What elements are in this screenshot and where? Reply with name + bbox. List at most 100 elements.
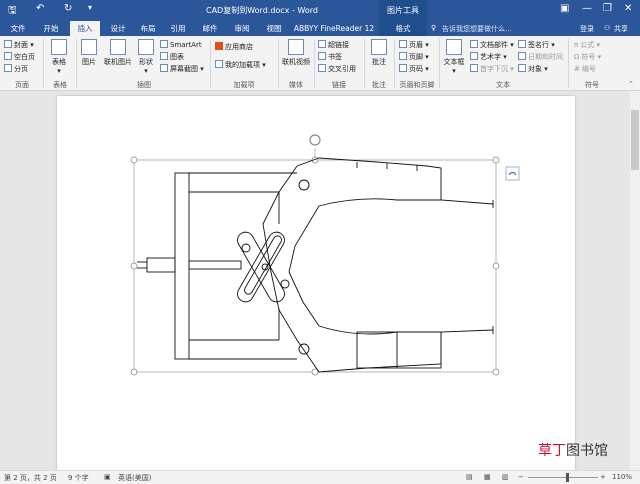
my-addins-button[interactable]: 我的加载项 ▾ bbox=[215, 60, 266, 70]
footer-icon bbox=[399, 52, 407, 60]
group-label-illustrations: 插图 bbox=[137, 81, 151, 89]
layout-options-button[interactable] bbox=[505, 166, 520, 181]
redo-icon[interactable]: ↻ bbox=[64, 3, 72, 14]
group-label-pages: 页面 bbox=[15, 81, 29, 89]
blank-page-icon bbox=[4, 52, 12, 60]
tab-layout[interactable]: 布局 bbox=[134, 21, 162, 36]
web-layout-icon[interactable]: ▥ bbox=[502, 473, 509, 481]
signature-line-button[interactable]: 签名行 ▾ bbox=[518, 40, 555, 50]
zoom-level[interactable]: 110% bbox=[612, 473, 632, 481]
symbol-button[interactable]: Ω 符号 ▾ bbox=[574, 52, 601, 62]
tab-view[interactable]: 视图 bbox=[260, 21, 288, 36]
cross-reference-button[interactable]: 交叉引用 bbox=[318, 64, 356, 74]
header-button[interactable]: 页眉 ▾ bbox=[399, 40, 429, 50]
word-count[interactable]: 9 个字 bbox=[68, 473, 89, 483]
sign-in-link[interactable]: 登录 bbox=[580, 24, 594, 34]
zoom-slider-thumb[interactable] bbox=[566, 473, 569, 482]
drop-cap-icon bbox=[470, 64, 478, 72]
page-number-icon bbox=[399, 64, 407, 72]
smartart-button[interactable]: SmartArt bbox=[160, 40, 202, 49]
zoom-in-icon[interactable]: + bbox=[600, 473, 606, 481]
tab-design[interactable]: 设计 bbox=[104, 21, 132, 36]
bookmark-icon bbox=[318, 52, 326, 60]
cad-drawing[interactable] bbox=[57, 96, 575, 470]
blank-page-button[interactable]: 空白页 bbox=[4, 52, 35, 62]
shapes-button[interactable]: 形状 ▾ bbox=[136, 39, 156, 75]
tab-file[interactable]: 文件 bbox=[4, 21, 32, 36]
store-icon bbox=[215, 42, 223, 50]
table-button[interactable]: 表格 ▾ bbox=[48, 39, 70, 75]
document-page[interactable] bbox=[57, 96, 575, 470]
page-count[interactable]: 第 2 页，共 2 页 bbox=[4, 473, 57, 483]
online-video-button[interactable]: 联机视频 bbox=[280, 39, 312, 67]
ribbon-tab-bar: 文件 开始 插入 设计 布局 引用 邮件 审阅 视图 ABBYY FineRea… bbox=[0, 21, 640, 36]
tab-references[interactable]: 引用 bbox=[164, 21, 192, 36]
drop-cap-button[interactable]: 首字下沉 ▾ bbox=[470, 64, 514, 74]
tab-format[interactable]: 格式 bbox=[379, 21, 427, 36]
chart-icon bbox=[160, 52, 168, 60]
document-canvas bbox=[0, 91, 640, 470]
screenshot-icon bbox=[160, 64, 168, 72]
hyperlink-button[interactable]: 超链接 bbox=[318, 40, 349, 50]
signature-line-icon bbox=[518, 40, 526, 48]
resize-handles[interactable] bbox=[130, 156, 500, 376]
print-layout-icon[interactable]: ▦ bbox=[484, 473, 491, 481]
ribbon-display-icon[interactable]: ▣ bbox=[560, 3, 569, 14]
close-icon[interactable]: ✕ bbox=[624, 3, 632, 14]
tell-me-box[interactable]: 告诉我您想要做什么... bbox=[442, 24, 512, 34]
picture-tools-context-title: 图片工具 bbox=[379, 0, 427, 21]
proofing-icon[interactable]: ▣ bbox=[104, 473, 111, 481]
share-button[interactable]: 共享 bbox=[614, 24, 628, 34]
tab-insert[interactable]: 插入 bbox=[70, 21, 100, 36]
undo-icon[interactable]: ↶ bbox=[36, 3, 44, 14]
group-label-tables: 表格 bbox=[53, 81, 67, 89]
footer-button[interactable]: 页脚 ▾ bbox=[399, 52, 429, 62]
picture-button[interactable]: 图片 bbox=[79, 39, 99, 67]
group-label-symbols: 符号 bbox=[585, 81, 599, 89]
smartart-icon bbox=[160, 40, 168, 48]
cover-page-icon bbox=[4, 40, 12, 48]
comment-button[interactable]: 批注 bbox=[368, 39, 390, 67]
quick-parts-button[interactable]: 文档部件 ▾ bbox=[470, 40, 514, 50]
page-number-button[interactable]: 页码 ▾ bbox=[399, 64, 429, 74]
restore-icon[interactable]: ❐ bbox=[603, 3, 612, 14]
save-icon[interactable]: 🖫 bbox=[8, 3, 17, 20]
tab-home[interactable]: 开始 bbox=[36, 21, 66, 36]
status-bar: 第 2 页，共 2 页 9 个字 ▣ 英语(美国) ▤ ▦ ▥ − + 110% bbox=[0, 470, 640, 484]
screenshot-button[interactable]: 屏幕截图 ▾ bbox=[160, 64, 204, 74]
ribbon: 封面 ▾ 空白页 分页 页面 表格 ▾ 表格 图片 联机图片 形状 ▾ SmartA… bbox=[0, 36, 640, 91]
cover-page-button[interactable]: 封面 ▾ bbox=[4, 40, 34, 50]
wordart-button[interactable]: 艺术字 ▾ bbox=[470, 52, 507, 62]
date-time-icon bbox=[518, 52, 526, 60]
online-picture-icon bbox=[110, 39, 126, 55]
person-icon: ⚇ bbox=[604, 24, 611, 32]
customize-qat-icon[interactable]: ▾ bbox=[88, 3, 92, 12]
bookmark-button[interactable]: 书签 bbox=[318, 52, 342, 62]
tab-mailings[interactable]: 邮件 bbox=[196, 21, 224, 36]
header-icon bbox=[399, 40, 407, 48]
read-mode-icon[interactable]: ▤ bbox=[466, 473, 473, 481]
tab-review[interactable]: 审阅 bbox=[228, 21, 256, 36]
vertical-scrollbar-thumb[interactable] bbox=[631, 110, 639, 170]
object-button[interactable]: 对象 ▾ bbox=[518, 64, 548, 74]
chart-button[interactable]: 图表 bbox=[160, 52, 184, 62]
zoom-slider[interactable] bbox=[528, 477, 598, 478]
textbox-button[interactable]: 文本框 ▾ bbox=[441, 39, 467, 75]
minimize-icon[interactable]: — bbox=[582, 3, 592, 14]
store-button[interactable]: 应用商店 bbox=[215, 42, 253, 52]
page-break-button[interactable]: 分页 bbox=[4, 64, 28, 74]
wordart-icon bbox=[470, 52, 478, 60]
equation-button[interactable]: π 公式 ▾ bbox=[574, 40, 600, 50]
number-button[interactable]: # 编号 bbox=[574, 64, 596, 74]
tab-abbyy[interactable]: ABBYY FineReader 12 bbox=[292, 21, 376, 36]
collapse-ribbon-icon[interactable]: ⌃ bbox=[628, 80, 634, 88]
zoom-out-icon[interactable]: − bbox=[518, 473, 524, 481]
hyperlink-icon bbox=[318, 40, 326, 48]
number-icon: # bbox=[574, 65, 580, 73]
date-time-button[interactable]: 日期和时间 bbox=[518, 52, 563, 62]
rotate-handle-icon[interactable] bbox=[309, 134, 321, 146]
language-indicator[interactable]: 英语(美国) bbox=[118, 473, 151, 483]
my-addins-icon bbox=[215, 60, 223, 68]
comment-icon bbox=[371, 39, 387, 55]
online-picture-button[interactable]: 联机图片 bbox=[102, 39, 134, 67]
